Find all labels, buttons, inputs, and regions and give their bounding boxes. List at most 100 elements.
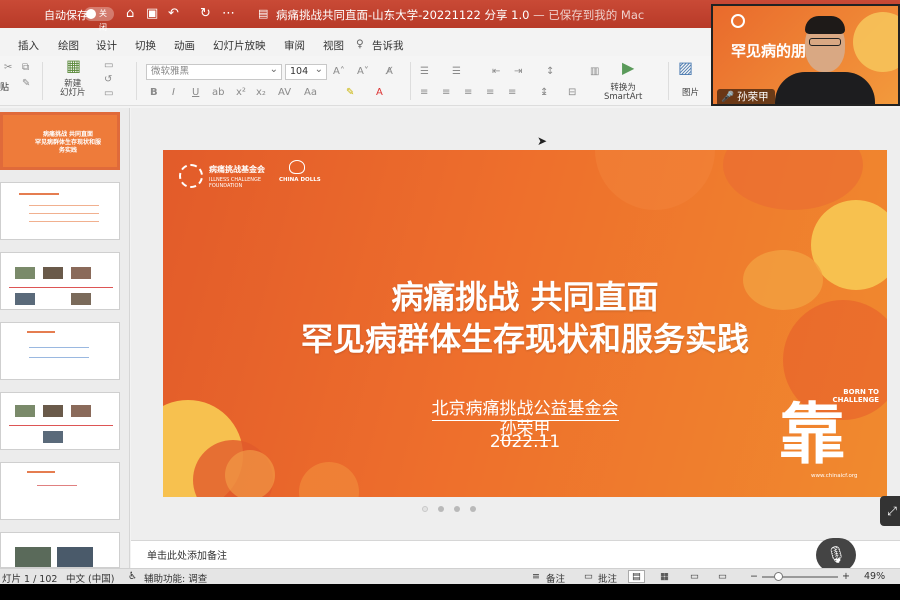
- expand-icon[interactable]: ⤢: [880, 496, 900, 526]
- lightbulb-icon: ♀: [356, 38, 364, 50]
- font-color-icon[interactable]: A: [376, 87, 383, 99]
- microphone-muted-icon[interactable]: 🎙: [816, 538, 856, 572]
- format-painter-icon[interactable]: ✎: [22, 78, 30, 90]
- slide-sorter-icon[interactable]: ▦: [660, 571, 669, 582]
- tab-animations[interactable]: 动画: [174, 38, 195, 53]
- decrease-indent-icon[interactable]: ⇤: [492, 66, 500, 78]
- comments-icon[interactable]: ▭: [584, 571, 593, 582]
- notes-button[interactable]: 备注: [546, 571, 565, 585]
- tab-view[interactable]: 视图: [323, 38, 344, 53]
- notes-pane[interactable]: 单击此处添加备注: [131, 540, 900, 568]
- participant-hair: [805, 16, 845, 34]
- align-left-icon[interactable]: ≡: [420, 87, 428, 99]
- decrease-font-icon[interactable]: A˅: [357, 66, 369, 78]
- notes-icon[interactable]: ≡: [532, 571, 540, 582]
- distribute-icon[interactable]: ≡: [508, 87, 516, 99]
- accessibility-status[interactable]: 辅助功能: 调查: [144, 571, 207, 585]
- paste-label[interactable]: 贴: [0, 82, 9, 94]
- tab-slideshow[interactable]: 幻灯片放映: [213, 38, 266, 53]
- comments-button[interactable]: 批注: [598, 571, 617, 585]
- increase-font-icon[interactable]: A˄: [333, 66, 345, 78]
- font-name-select[interactable]: 微软雅黑: [146, 63, 282, 80]
- foundation-website: www.chinaicf.org: [811, 473, 858, 479]
- bold-icon[interactable]: B: [150, 87, 158, 99]
- convert-smartart-label[interactable]: 转换为 SmartArt: [604, 84, 642, 102]
- tab-review[interactable]: 审阅: [284, 38, 305, 53]
- tab-insert[interactable]: 插入: [18, 38, 39, 53]
- mouse-cursor-icon: ➤: [537, 134, 548, 148]
- justify-icon[interactable]: ≡: [486, 87, 494, 99]
- slide-thumbnail-1[interactable]: 病痛挑战 共同直面 罕见病群体生存现状和服务实践: [0, 112, 120, 170]
- undo-icon[interactable]: ↶: [168, 6, 179, 22]
- underline-icon[interactable]: U: [192, 87, 199, 99]
- accessibility-icon[interactable]: ♿: [128, 571, 137, 582]
- redo-icon[interactable]: ↻: [200, 6, 211, 22]
- slide-thumbnail-pane[interactable]: 病痛挑战 共同直面 罕见病群体生存现状和服务实践: [0, 108, 130, 568]
- zoom-in-icon[interactable]: +: [842, 571, 850, 582]
- pagination-dot[interactable]: [454, 506, 460, 512]
- thumbnail-photo: [71, 293, 91, 305]
- reading-view-icon[interactable]: ▭: [690, 571, 699, 582]
- clear-format-icon[interactable]: A̸: [386, 66, 393, 78]
- more-options-icon[interactable]: ⋯: [222, 6, 235, 22]
- tab-tell-me[interactable]: 告诉我: [372, 38, 404, 53]
- align-text-icon[interactable]: ⊟: [568, 87, 576, 99]
- align-right-icon[interactable]: ≡: [464, 87, 472, 99]
- pagination-dot[interactable]: [422, 506, 428, 512]
- section-icon[interactable]: ▭: [104, 88, 113, 100]
- tab-transitions[interactable]: 切换: [135, 38, 156, 53]
- reset-icon[interactable]: ↺: [104, 74, 112, 86]
- increase-indent-icon[interactable]: ⇥: [514, 66, 522, 78]
- slide-thumbnail-3[interactable]: [0, 252, 120, 310]
- slide-thumbnail-2[interactable]: [0, 182, 120, 240]
- new-slide-label[interactable]: 新建 幻灯片: [60, 80, 86, 98]
- zoom-slider-handle[interactable]: [774, 572, 783, 581]
- align-center-icon[interactable]: ≡: [442, 87, 450, 99]
- layout-icon[interactable]: ▭: [104, 60, 113, 72]
- slide-thumbnail-6[interactable]: [0, 462, 120, 520]
- zoom-out-icon[interactable]: −: [750, 571, 758, 582]
- thumbnail-photo: [15, 267, 35, 279]
- current-slide[interactable]: 病痛挑战基金会 ILLNESS CHALLENGE FOUNDATION CHI…: [163, 150, 887, 497]
- new-slide-icon[interactable]: ▦: [66, 58, 81, 74]
- text-direction-icon[interactable]: ↨: [540, 87, 548, 99]
- font-size-select[interactable]: 104: [285, 63, 327, 80]
- webcam-bg-logo-icon: [731, 14, 745, 28]
- thumbnail-line: [9, 425, 113, 426]
- change-case-icon[interactable]: Aa: [304, 87, 317, 99]
- char-spacing-icon[interactable]: AV: [278, 87, 291, 99]
- bullets-icon[interactable]: ☰: [420, 66, 429, 78]
- picture-icon[interactable]: ▨: [678, 60, 693, 76]
- normal-view-icon[interactable]: ▤: [628, 570, 645, 583]
- language-indicator[interactable]: 中文 (中国): [66, 571, 114, 585]
- tab-design[interactable]: 设计: [96, 38, 117, 53]
- superscript-icon[interactable]: x²: [236, 87, 246, 99]
- home-icon[interactable]: ⌂: [126, 6, 134, 22]
- smartart-icon[interactable]: ▶: [622, 60, 634, 76]
- slideshow-icon[interactable]: ▭: [718, 571, 727, 582]
- line-spacing-icon[interactable]: ↕: [546, 66, 554, 78]
- thumbnail-photo: [43, 405, 63, 417]
- pagination-dot[interactable]: [438, 506, 444, 512]
- columns-icon[interactable]: ▥: [590, 66, 599, 78]
- document-title: 病痛挑战共同直面-山东大学-20221122 分享 1.0 — 已保存到我的 M…: [276, 8, 645, 22]
- strikethrough-icon[interactable]: ab: [212, 87, 224, 99]
- slide-thumbnail-5[interactable]: [0, 392, 120, 450]
- copy-icon[interactable]: ⧉: [22, 62, 29, 74]
- tab-draw[interactable]: 绘图: [58, 38, 79, 53]
- italic-icon[interactable]: I: [172, 87, 175, 99]
- zoom-percent[interactable]: 49%: [864, 571, 885, 582]
- slide-thumbnail-4[interactable]: [0, 322, 120, 380]
- picture-label[interactable]: 图片: [682, 86, 699, 98]
- autosave-toggle[interactable]: 关闭: [84, 7, 114, 32]
- slide-thumbnail-7[interactable]: [0, 532, 120, 568]
- numbering-icon[interactable]: ☰: [452, 66, 461, 78]
- cut-icon[interactable]: ✂: [4, 62, 12, 74]
- save-icon[interactable]: ▣: [146, 6, 158, 22]
- webcam-video-overlay[interactable]: 罕见病的朋友们 🎤 孙荣甲: [711, 4, 900, 106]
- thumbnail-line: [29, 347, 89, 348]
- highlight-icon[interactable]: ✎: [346, 87, 354, 99]
- thumbnail-photo: [43, 431, 63, 443]
- pagination-dot[interactable]: [470, 506, 476, 512]
- subscript-icon[interactable]: x₂: [256, 87, 266, 99]
